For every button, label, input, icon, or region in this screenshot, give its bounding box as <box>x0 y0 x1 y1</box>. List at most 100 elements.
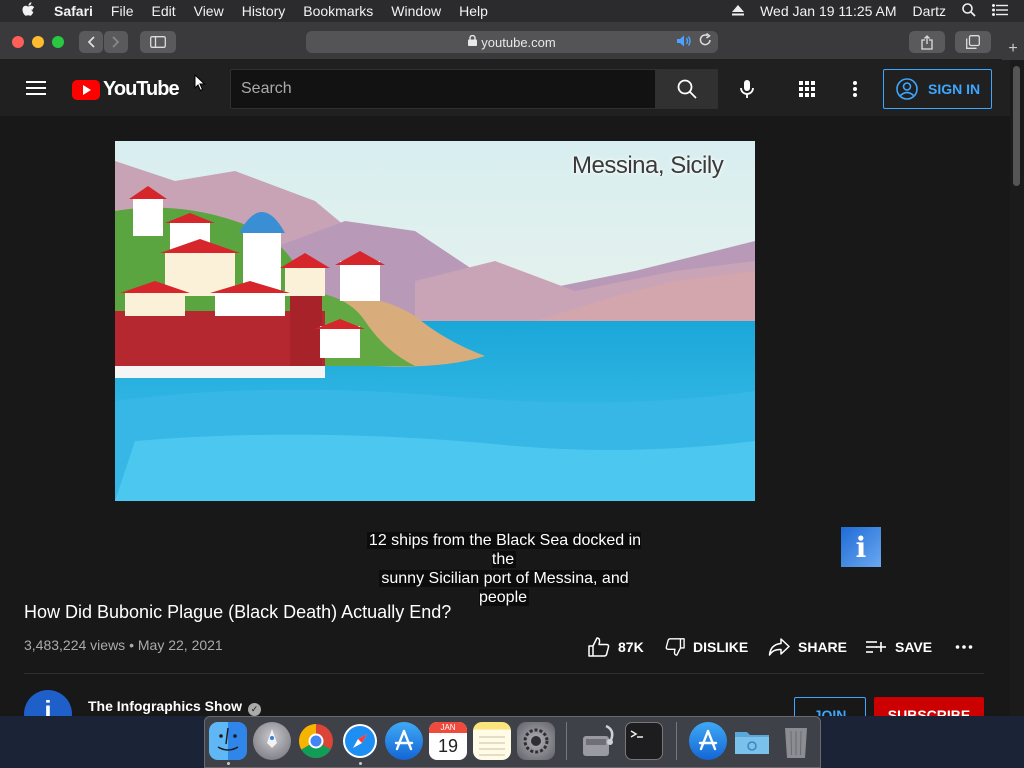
menu-bookmarks[interactable]: Bookmarks <box>303 3 373 19</box>
share-page-button[interactable] <box>909 31 945 53</box>
menubar-clock[interactable]: Wed Jan 19 11:25 AM <box>760 3 896 19</box>
menu-bar: Safari File Edit View History Bookmarks … <box>0 0 1024 22</box>
safari-running-indicator <box>359 762 362 765</box>
dislike-button[interactable]: DISLIKE <box>665 636 748 658</box>
trash-icon[interactable] <box>777 722 815 760</box>
apps-grid-icon[interactable] <box>797 79 817 99</box>
dock-separator-2 <box>676 722 677 760</box>
channel-name[interactable]: The Infographics Show ✓ <box>88 698 262 716</box>
like-count: 87K <box>618 639 644 655</box>
sign-in-label: SIGN IN <box>928 81 981 97</box>
control-center-icon[interactable] <box>992 3 1008 19</box>
view-count: 3,483,224 views <box>24 637 126 653</box>
channel-name-text: The Infographics Show <box>88 698 243 714</box>
calendar-day: 19 <box>437 736 459 756</box>
new-tab-button[interactable]: + <box>1002 38 1024 60</box>
app-store-icon[interactable] <box>385 722 423 760</box>
more-vertical-icon[interactable] <box>845 79 865 99</box>
share-button[interactable]: SHARE <box>768 636 847 658</box>
video-frame-illustration <box>115 141 755 501</box>
page-scrollbar[interactable] <box>1010 60 1024 716</box>
more-actions-button[interactable] <box>955 636 981 658</box>
spotlight-search-icon[interactable] <box>962 2 976 20</box>
search-icon <box>677 79 697 99</box>
safari-icon[interactable] <box>341 722 379 760</box>
terminal-icon[interactable] <box>625 722 663 760</box>
lock-icon <box>468 34 478 49</box>
app-store-downloads-icon[interactable] <box>689 722 727 760</box>
user-account-icon <box>896 78 918 100</box>
speaker-audio-icon[interactable] <box>676 34 692 51</box>
reload-icon[interactable] <box>699 32 712 50</box>
video-location-label: Messina, Sicily <box>572 152 724 179</box>
dock-separator <box>566 722 567 760</box>
disk-utility-icon[interactable] <box>579 722 617 760</box>
like-button[interactable]: 87K <box>588 636 644 658</box>
calendar-month: JAN <box>429 722 467 733</box>
youtube-header: YouTube Search SIGN IN <box>0 60 1010 116</box>
playlist-add-icon <box>866 641 886 653</box>
scrollbar-thumb[interactable] <box>1013 66 1020 186</box>
folder-icon[interactable] <box>733 722 771 760</box>
hamburger-menu-icon[interactable] <box>26 81 46 95</box>
search-input[interactable]: Search <box>230 69 656 109</box>
menu-app-name[interactable]: Safari <box>54 3 93 19</box>
save-button[interactable]: SAVE <box>865 636 932 658</box>
video-player[interactable] <box>115 141 755 501</box>
upload-date: May 22, 2021 <box>137 637 223 653</box>
thumbs-up-icon <box>588 637 610 657</box>
menu-edit[interactable]: Edit <box>151 3 175 19</box>
forward-button[interactable] <box>104 31 128 53</box>
caption-line-2: sunny Sicilian port of Messina, and peop… <box>379 570 629 606</box>
more-horizontal-icon <box>955 645 973 649</box>
launchpad-icon[interactable] <box>253 722 291 760</box>
sidebar-icon <box>150 36 166 48</box>
address-bar[interactable]: youtube.com <box>306 31 718 53</box>
system-preferences-icon[interactable] <box>517 722 555 760</box>
eject-icon[interactable] <box>732 3 745 19</box>
share-label: SHARE <box>798 639 848 655</box>
sign-in-button[interactable]: SIGN IN <box>883 69 992 109</box>
menubar-user[interactable]: Dartz <box>913 3 946 19</box>
close-window-button[interactable] <box>12 36 24 48</box>
video-captions: 12 ships from the Black Sea docked in th… <box>354 531 654 607</box>
chevron-right-icon <box>112 36 120 48</box>
microphone-icon[interactable] <box>736 78 758 100</box>
video-meta: 3,483,224 views • May 22, 2021 <box>24 637 223 653</box>
thumbs-down-icon <box>665 638 685 656</box>
chrome-icon[interactable] <box>297 722 335 760</box>
browser-toolbar: youtube.com <box>0 22 1024 60</box>
caption-line-1: 12 ships from the Black Sea docked in th… <box>366 532 642 568</box>
channel-watermark-icon[interactable]: i <box>841 527 881 567</box>
youtube-logo-text: YouTube <box>103 78 180 100</box>
menu-view[interactable]: View <box>194 3 224 19</box>
search-button[interactable] <box>656 69 718 109</box>
minimize-window-button[interactable] <box>32 36 44 48</box>
tabs-icon <box>966 35 980 49</box>
share-icon <box>921 34 933 50</box>
youtube-logo[interactable]: YouTube <box>72 78 180 101</box>
meta-separator: • <box>129 637 138 653</box>
zoom-window-button[interactable] <box>52 36 64 48</box>
youtube-play-icon <box>72 79 100 100</box>
back-button[interactable] <box>79 31 103 53</box>
verified-check-icon: ✓ <box>248 703 262 716</box>
mouse-cursor-icon <box>194 74 206 92</box>
menu-help[interactable]: Help <box>459 3 488 19</box>
save-label: SAVE <box>895 639 933 655</box>
apple-icon[interactable] <box>20 1 36 21</box>
share-arrow-icon <box>768 638 790 656</box>
calendar-icon[interactable]: JAN 19 <box>429 722 467 760</box>
menu-window[interactable]: Window <box>391 3 441 19</box>
video-title: How Did Bubonic Plague (Black Death) Act… <box>24 602 452 622</box>
sidebar-toggle-button[interactable] <box>140 31 176 53</box>
section-divider <box>24 673 984 674</box>
tabs-overview-button[interactable] <box>955 31 991 53</box>
notes-icon[interactable] <box>473 722 511 760</box>
menu-history[interactable]: History <box>242 3 286 19</box>
url-text: youtube.com <box>481 34 556 50</box>
menu-file[interactable]: File <box>111 3 134 19</box>
finder-running-indicator <box>227 762 230 765</box>
finder-icon[interactable] <box>209 722 247 760</box>
dislike-label: DISLIKE <box>693 639 749 655</box>
